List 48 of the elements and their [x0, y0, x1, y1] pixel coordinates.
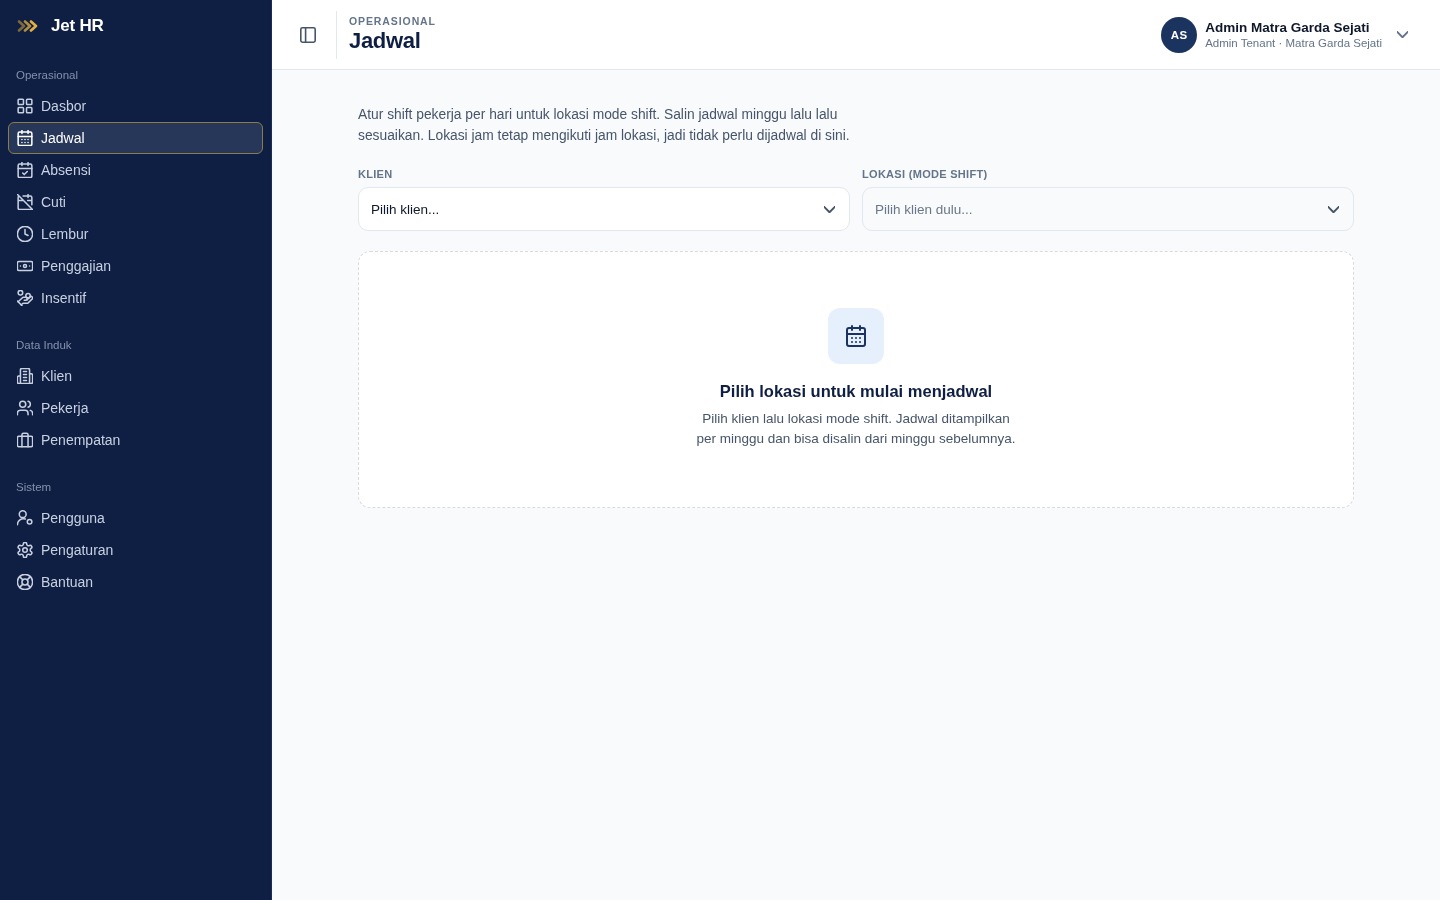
nav-item[interactable]: Penempatan: [8, 424, 263, 456]
users-icon: [17, 400, 33, 416]
select-field[interactable]: Pilih klien...: [358, 187, 850, 231]
user-menu[interactable]: AS Admin Matra Garda Sejati Admin Tenant · Matra Garda Sejati: [1161, 16, 1408, 53]
nav-item[interactable]: Pengguna: [8, 502, 263, 534]
nav-item[interactable]: Cuti: [8, 186, 263, 218]
user-cog-icon: [17, 510, 33, 526]
nav-item[interactable]: Pekerja: [8, 392, 263, 424]
nav-item[interactable]: Lembur: [8, 218, 263, 250]
brand-name: Jet HR: [51, 16, 104, 36]
sidebar-toggle-icon[interactable]: [300, 26, 316, 43]
avatar-initials: AS: [1161, 16, 1198, 53]
section-heading: Operasional: [15, 68, 79, 83]
nav-item[interactable]: Pengaturan: [8, 534, 263, 566]
calendar-icon: [828, 308, 884, 364]
section-heading: Data Induk: [15, 338, 73, 353]
building-icon: [17, 368, 33, 384]
nav-item[interactable]: Dasbor: [8, 90, 263, 122]
nav-item[interactable]: Bantuan: [8, 566, 263, 598]
page-description: Atur shift pekerja per hari untuk lokasi mode shift. Salin jadwal minggu lalu lalu sesuaikan. Lokasi jam tetap mengikuti jam lokasi, jadi tidak perlu dijadwal di sini.: [358, 106, 851, 145]
calendar-off-icon: [17, 194, 33, 210]
empty-state-message: Pilih klien lalu lokasi mode shift. Jadwal ditampilkan per minggu dan bisa disalin dari minggu sebelumnya.: [695, 410, 1017, 448]
settings-icon: [17, 542, 33, 558]
life-buoy-icon: [17, 574, 33, 590]
nav-item[interactable]: Klien: [8, 360, 263, 392]
chevron-down-icon: [1397, 31, 1408, 38]
nav-item[interactable]: Jadwal: [8, 122, 263, 154]
clock-icon: [17, 226, 33, 242]
logo-icon: [17, 20, 39, 32]
calendar-check-icon: [17, 162, 33, 178]
user-role: Admin Tenant · Matra Garda Sejati: [1205, 37, 1382, 49]
breadcrumb-label: OPERASIONAL: [349, 15, 436, 27]
user-name: Admin Matra Garda Sejati: [1205, 20, 1371, 35]
page-title: Jadwal: [349, 28, 422, 54]
field-label: LOKASI (MODE SHIFT): [862, 168, 989, 180]
field-label: KLIEN: [358, 168, 394, 180]
nav-item[interactable]: Insentif: [8, 282, 263, 314]
empty-state-title: Pilih lokasi untuk mulai menjadwal: [719, 382, 993, 401]
grid-icon: [17, 98, 33, 114]
nav-item[interactable]: Absensi: [8, 154, 263, 186]
hand-coins-icon: [17, 290, 33, 306]
nav-item[interactable]: Penggajian: [8, 250, 263, 282]
chevron-down-icon: [1328, 205, 1339, 213]
briefcase-icon: [17, 432, 33, 448]
calendar-icon: [17, 130, 33, 146]
banknote-icon: [17, 258, 33, 274]
chevron-down-icon: [824, 205, 835, 213]
section-heading: Sistem: [15, 480, 53, 495]
